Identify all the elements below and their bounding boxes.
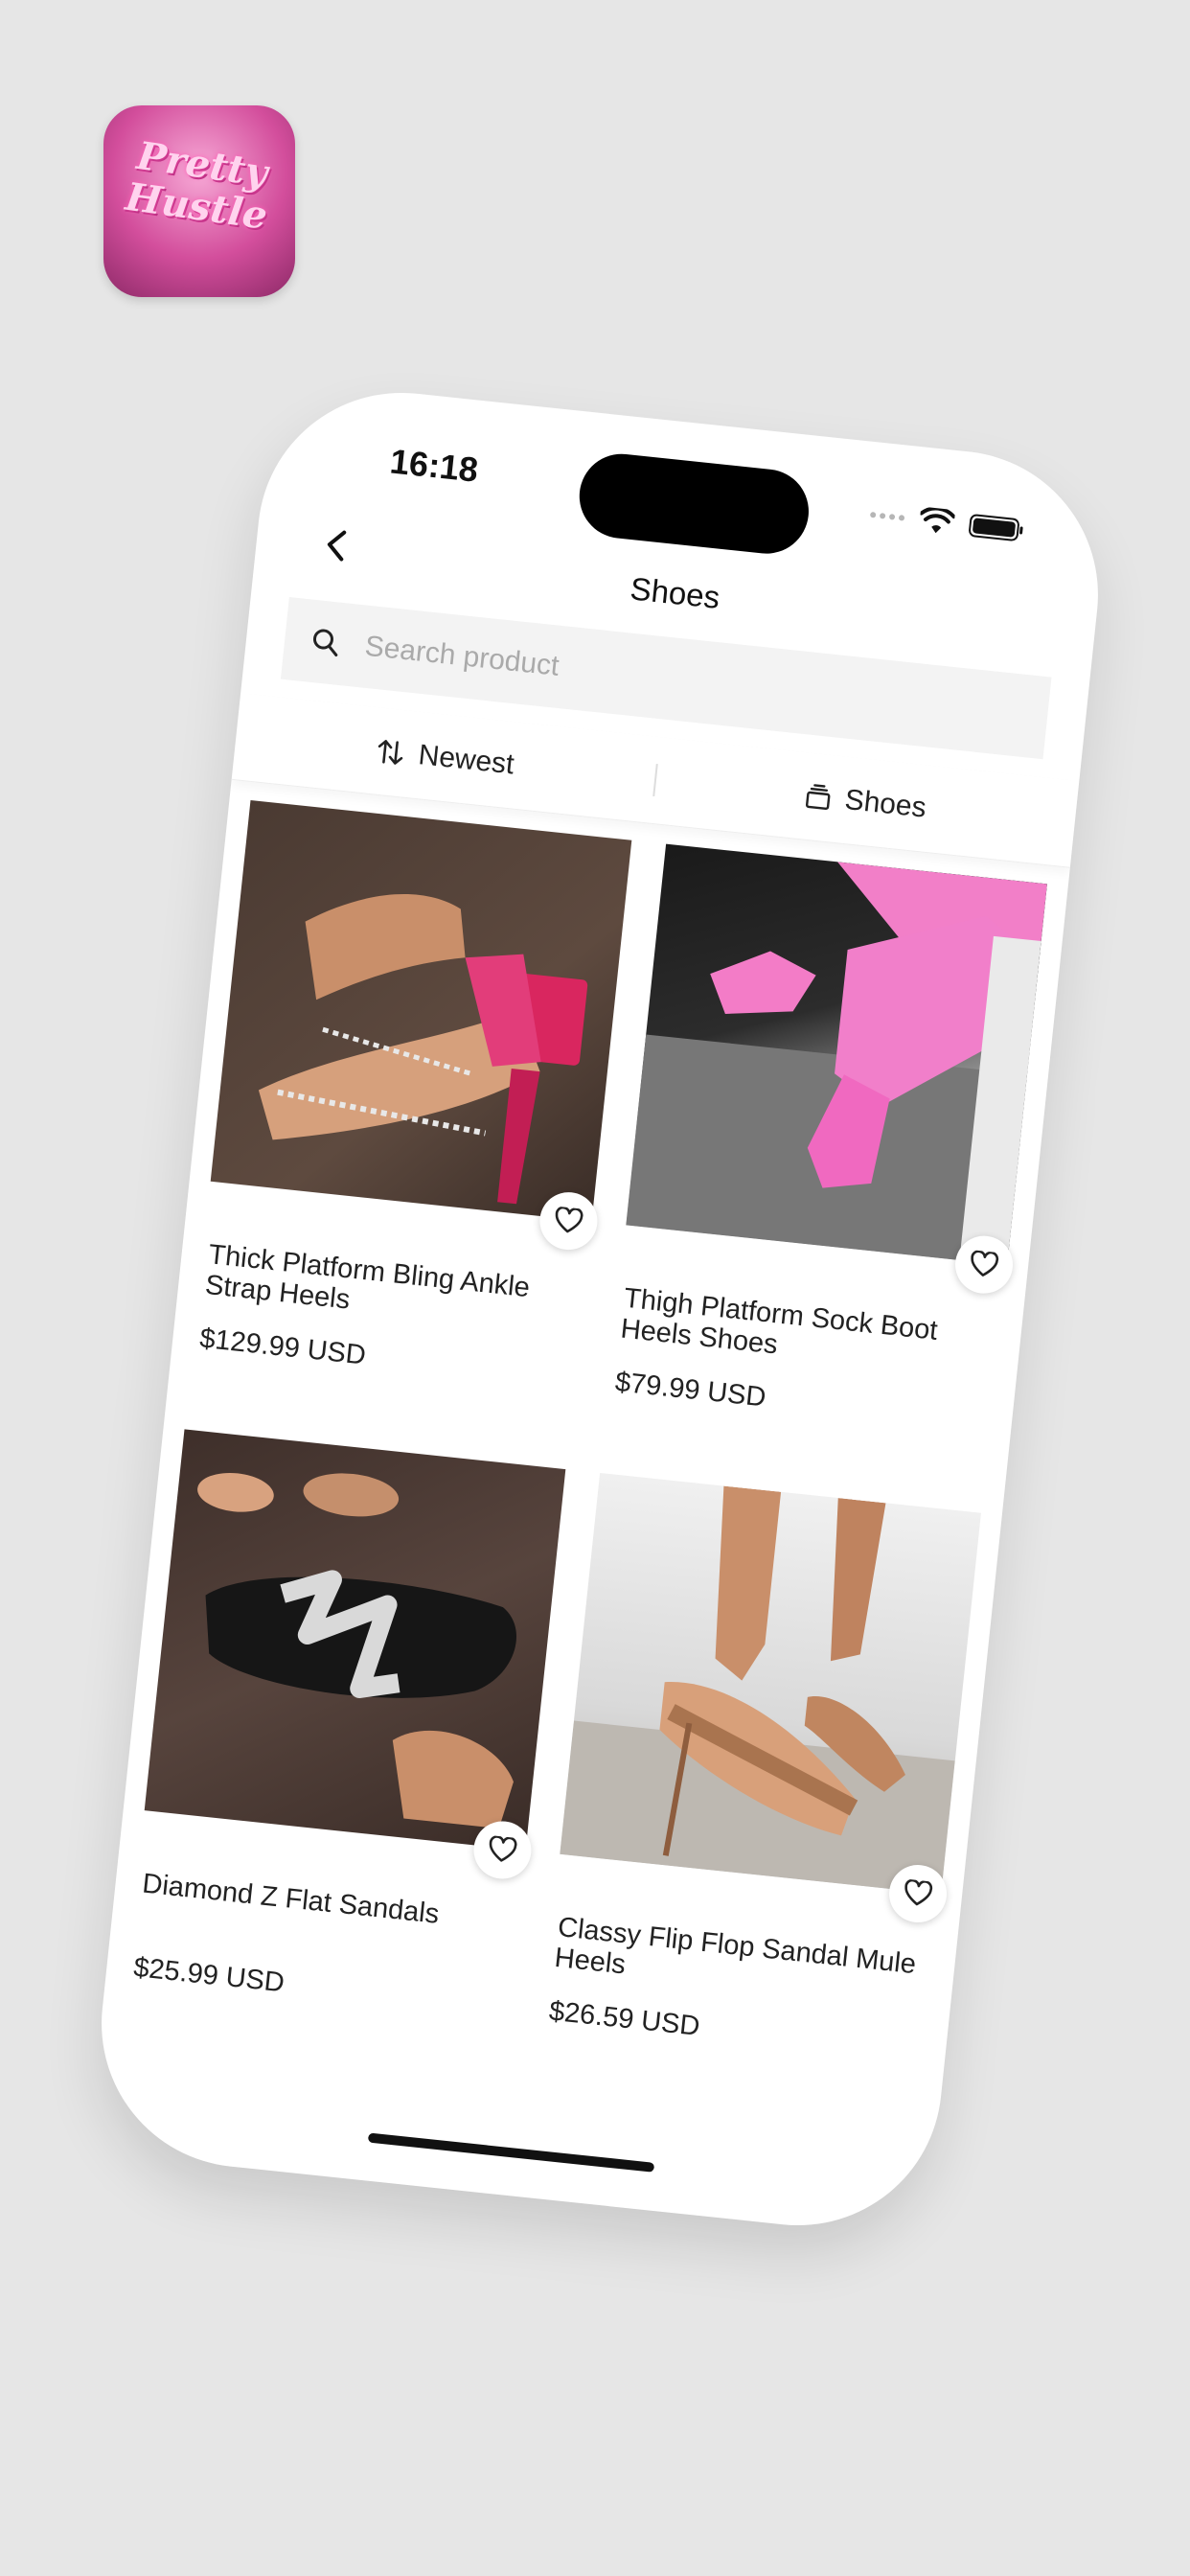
product-card[interactable]: Classy Flip Flop Sandal Mule Heels $26.5… bbox=[538, 1472, 981, 2104]
category-label: Shoes bbox=[843, 783, 928, 824]
home-indicator[interactable] bbox=[367, 2132, 655, 2173]
sort-icon bbox=[378, 740, 403, 765]
product-card[interactable]: Diamond Z Flat Sandals $25.99 USD bbox=[123, 1429, 566, 2059]
phone-screen: 16:18 Shoes Newest bbox=[87, 379, 1112, 2240]
sort-button[interactable]: Newest bbox=[235, 720, 656, 796]
heart-icon bbox=[971, 1250, 999, 1276]
dynamic-island bbox=[575, 449, 813, 558]
heart-icon bbox=[489, 1835, 517, 1862]
product-card[interactable]: Thick Platform Bling Ankle Strap Heels $… bbox=[189, 799, 632, 1431]
product-image[interactable] bbox=[210, 799, 632, 1222]
product-name[interactable]: Diamond Z Flat Sandals bbox=[141, 1868, 510, 1937]
app-logo: Pretty Hustle bbox=[123, 132, 271, 239]
product-price: $26.59 USD bbox=[547, 1995, 701, 2042]
status-time: 16:18 bbox=[388, 441, 481, 490]
product-card[interactable]: Thigh Platform Sock Boot Heels Shoes $79… bbox=[604, 843, 1047, 1475]
product-grid: Thick Platform Bling Ankle Strap Heels $… bbox=[123, 799, 1047, 2104]
product-name[interactable]: Thigh Platform Sock Boot Heels Shoes bbox=[619, 1283, 992, 1383]
product-name[interactable]: Classy Flip Flop Sandal Mule Heels bbox=[553, 1912, 926, 2012]
app-icon: Pretty Hustle bbox=[103, 105, 295, 297]
category-button[interactable]: Shoes bbox=[654, 764, 1076, 840]
product-price: $79.99 USD bbox=[613, 1367, 767, 1414]
collection-icon bbox=[805, 784, 831, 811]
heart-icon bbox=[904, 1878, 933, 1906]
heart-icon bbox=[555, 1206, 584, 1233]
product-price: $129.99 USD bbox=[197, 1322, 368, 1371]
product-price: $25.99 USD bbox=[131, 1952, 286, 1999]
status-icons bbox=[869, 501, 1020, 543]
product-name[interactable]: Thick Platform Bling Ankle Strap Heels bbox=[204, 1239, 577, 1339]
sort-label: Newest bbox=[417, 739, 516, 781]
wifi-icon bbox=[919, 506, 956, 534]
product-image[interactable] bbox=[560, 1472, 981, 1895]
battery-icon bbox=[968, 513, 1020, 542]
product-image[interactable] bbox=[144, 1429, 566, 1851]
search-icon bbox=[312, 629, 338, 656]
cellular-signal-icon bbox=[869, 511, 905, 521]
product-image[interactable] bbox=[626, 843, 1047, 1266]
search-input[interactable] bbox=[361, 629, 903, 721]
